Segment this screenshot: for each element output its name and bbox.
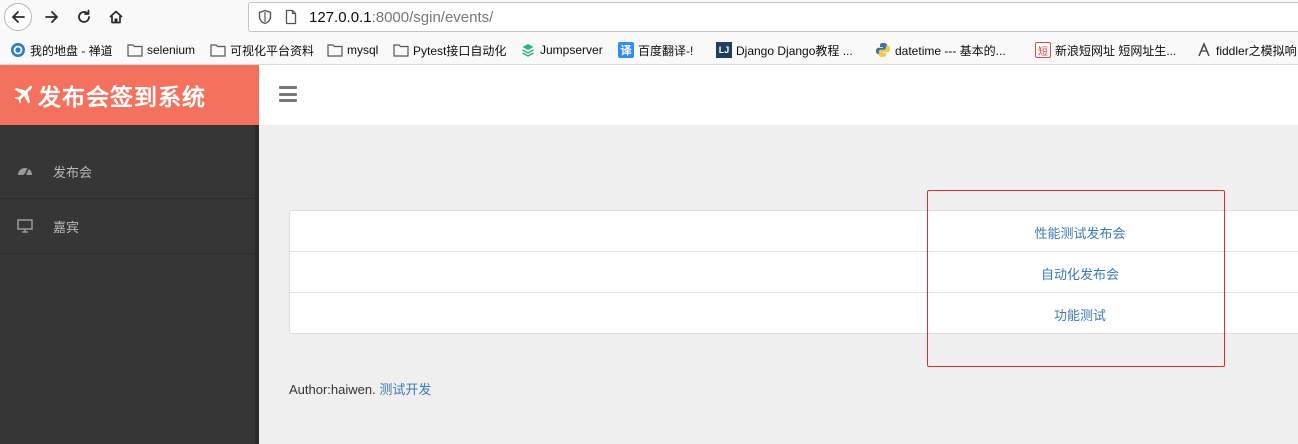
- folder-icon: [327, 42, 343, 58]
- translate-icon: 译: [618, 42, 634, 58]
- sidebar-item-events[interactable]: 发布会: [0, 145, 255, 199]
- folder-icon: [127, 42, 143, 58]
- sidebar-item-label: 嘉宾: [53, 220, 80, 235]
- brand-header[interactable]: 发布会签到系统: [0, 65, 259, 125]
- event-link[interactable]: 性能测试发布会: [290, 223, 1298, 242]
- bookmark-label: 可视化平台资料: [230, 43, 315, 58]
- python-icon: [875, 42, 891, 58]
- bookmark-visual-platform[interactable]: 可视化平台资料: [210, 41, 314, 59]
- bookmark-fiddler[interactable]: fiddler之模拟响: [1196, 41, 1297, 59]
- back-arrow-icon: [12, 11, 25, 23]
- bookmark-label: Pytest接口自动化: [413, 43, 507, 58]
- bookmark-jumpserver[interactable]: Jumpserver: [520, 41, 603, 59]
- bookmark-label: fiddler之模拟响: [1216, 43, 1297, 58]
- url-path: :8000/sgin/events/: [371, 9, 494, 26]
- footer-author: Author:haiwen.: [289, 382, 380, 397]
- brand-title: 发布会签到系统: [38, 84, 206, 110]
- list-item: 功能测试: [290, 293, 1298, 333]
- page-icon[interactable]: [283, 9, 299, 25]
- folder-icon: [210, 42, 226, 58]
- bookmark-label: Jumpserver: [540, 43, 603, 57]
- bookmark-baidu-translate[interactable]: 译 百度翻译-!: [618, 41, 693, 59]
- short-url-icon: 短: [1035, 42, 1051, 58]
- bookmark-datetime[interactable]: datetime --- 基本的...: [875, 41, 1006, 59]
- bookmark-label: selenium: [147, 43, 196, 57]
- browser-toolbar: 127.0.0.1:8000/sgin/events/: [0, 0, 1298, 34]
- folder-icon: [393, 42, 409, 58]
- reload-button[interactable]: [70, 3, 98, 31]
- bookmark-label: 我的地盘 - 禅道: [30, 43, 113, 58]
- fiddler-icon: [1196, 42, 1212, 58]
- back-button[interactable]: [4, 3, 32, 31]
- sidebar-item-label: 发布会: [53, 165, 93, 180]
- footer-link[interactable]: 测试开发: [379, 382, 431, 397]
- event-link[interactable]: 自动化发布会: [290, 264, 1298, 283]
- bookmark-zentao[interactable]: 我的地盘 - 禅道: [10, 41, 113, 59]
- bookmark-mysql[interactable]: mysql: [327, 41, 378, 59]
- django-icon: LJ: [716, 42, 732, 58]
- url-host: 127.0.0.1: [309, 9, 372, 26]
- forward-arrow-icon: [45, 11, 58, 23]
- bookmark-django[interactable]: LJ Django Django教程 ...: [716, 41, 853, 59]
- reload-icon: [78, 9, 90, 23]
- shield-icon[interactable]: [257, 9, 273, 25]
- monitor-icon: [17, 219, 33, 233]
- list-item: 自动化发布会: [290, 252, 1298, 293]
- event-link[interactable]: 功能测试: [290, 305, 1298, 324]
- url-text[interactable]: 127.0.0.1:8000/sgin/events/: [309, 9, 493, 26]
- forward-button[interactable]: [38, 3, 66, 31]
- sidebar-item-guests[interactable]: 嘉宾: [0, 200, 255, 254]
- bookmark-pytest[interactable]: Pytest接口自动化: [393, 41, 506, 59]
- bookmark-label: 新浪短网址 短网址生...: [1055, 43, 1177, 58]
- bookmark-sina-short-url[interactable]: 短 新浪短网址 短网址生...: [1035, 41, 1176, 59]
- menu-toggle-icon[interactable]: [279, 86, 297, 102]
- bookmark-label: 百度翻译-!: [638, 43, 694, 58]
- top-navbar: [259, 65, 1298, 125]
- sidebar: 发布会 嘉宾: [0, 125, 259, 444]
- dashboard-icon: [18, 168, 32, 177]
- bookmarks-bar: 我的地盘 - 禅道 selenium 可视化平台资料 mysql Pytest接…: [0, 34, 1298, 65]
- footer: Author:haiwen. 测试开发: [289, 379, 431, 398]
- bookmark-label: datetime --- 基本的...: [895, 43, 1006, 58]
- event-list: 性能测试发布会 自动化发布会 功能测试: [289, 210, 1298, 334]
- home-icon: [109, 10, 123, 24]
- address-bar[interactable]: 127.0.0.1:8000/sgin/events/: [248, 2, 1298, 32]
- jumpserver-icon: [520, 42, 536, 58]
- bookmark-label: mysql: [347, 43, 379, 57]
- home-button[interactable]: [102, 3, 130, 31]
- plane-icon: [14, 85, 33, 104]
- bookmark-selenium[interactable]: selenium: [127, 41, 195, 59]
- bookmark-label: Django Django教程 ...: [736, 43, 853, 58]
- list-item: 性能测试发布会: [290, 211, 1298, 252]
- main-content: 性能测试发布会 自动化发布会 功能测试 Author:haiwen. 测试开发: [259, 125, 1298, 444]
- zentao-icon: [10, 42, 26, 58]
